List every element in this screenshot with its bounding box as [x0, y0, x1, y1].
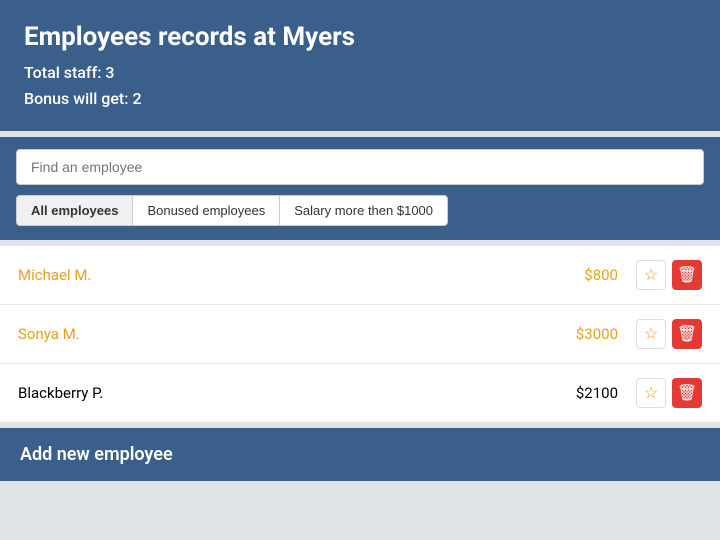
- employee-name: Blackberry P.: [18, 384, 538, 402]
- table-row: Blackberry P. $2100 ☆ 🗑: [0, 364, 720, 422]
- table-row: Sonya M. $3000 ☆ 🗑: [0, 305, 720, 364]
- employee-salary: $3000: [538, 325, 618, 343]
- delete-button[interactable]: 🗑: [672, 319, 702, 349]
- row-actions: ☆ 🗑: [636, 319, 702, 349]
- filter-button-group: All employees Bonused employees Salary m…: [16, 195, 704, 226]
- table-row: Michael M. $800 ☆ 🗑: [0, 246, 720, 305]
- employee-list: Michael M. $800 ☆ 🗑 Sonya M. $3000 ☆ 🗑 B…: [0, 246, 720, 422]
- filter-section: All employees Bonused employees Salary m…: [0, 137, 720, 240]
- edit-button[interactable]: ☆: [636, 260, 666, 290]
- employee-name: Sonya M.: [18, 325, 538, 343]
- employee-salary: $2100: [538, 384, 618, 402]
- header-section: Employees records at Myers Total staff: …: [0, 0, 720, 131]
- filter-bonused-button[interactable]: Bonused employees: [132, 195, 279, 226]
- bonus-count: Bonus will get: 2: [24, 86, 696, 112]
- add-section-title: Add new employee: [20, 444, 700, 465]
- delete-button[interactable]: 🗑: [672, 378, 702, 408]
- edit-button[interactable]: ☆: [636, 319, 666, 349]
- total-staff: Total staff: 3: [24, 60, 696, 86]
- search-input[interactable]: [16, 149, 704, 185]
- row-actions: ☆ 🗑: [636, 260, 702, 290]
- filter-all-button[interactable]: All employees: [16, 195, 132, 226]
- add-employee-section: Add new employee: [0, 428, 720, 481]
- employee-name: Michael M.: [18, 266, 538, 284]
- row-actions: ☆ 🗑: [636, 378, 702, 408]
- edit-button[interactable]: ☆: [636, 378, 666, 408]
- page-title: Employees records at Myers: [24, 22, 696, 52]
- filter-salary-button[interactable]: Salary more then $1000: [279, 195, 448, 226]
- delete-button[interactable]: 🗑: [672, 260, 702, 290]
- employee-salary: $800: [538, 266, 618, 284]
